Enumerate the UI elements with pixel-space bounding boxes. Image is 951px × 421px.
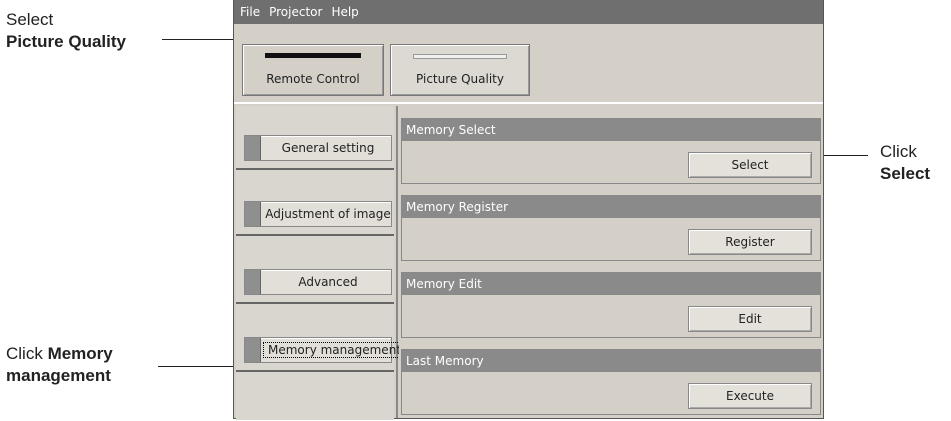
memory-management-button[interactable]: Memory management (244, 337, 403, 363)
nav-cell-memory-management: Memory management (236, 304, 403, 372)
edit-button[interactable]: Edit (688, 306, 812, 332)
callout-text-bold: management (6, 366, 111, 385)
select-button[interactable]: Select (688, 152, 812, 178)
section-memory-select: Memory Select Select (401, 118, 821, 184)
main-area: General setting Adjustment of image Adva… (234, 106, 823, 420)
section-last-memory: Last Memory Execute (401, 349, 821, 415)
status-led-icon (245, 270, 261, 294)
nav-cell-advanced: Advanced (236, 236, 394, 304)
left-nav: General setting Adjustment of image Adva… (234, 106, 403, 420)
nav-cell-empty (236, 372, 394, 420)
menu-file[interactable]: File (240, 5, 260, 19)
picture-quality-button[interactable]: Picture Quality (390, 44, 530, 96)
adjustment-of-image-button[interactable]: Adjustment of image (244, 201, 392, 227)
nav-cell-adjustment-of-image: Adjustment of image (236, 170, 394, 236)
callout-text-bold: Memory (47, 344, 113, 363)
section-memory-edit: Memory Edit Edit (401, 272, 821, 338)
remote-control-button[interactable]: Remote Control (242, 44, 384, 96)
picture-quality-indicator (413, 54, 507, 59)
section-title: Memory Edit (402, 273, 820, 295)
callout-text: Select (6, 10, 54, 29)
projector-app-window: File Projector Help Remote Control Pictu… (233, 0, 824, 420)
callout-select-picture-quality: Select Picture Quality (6, 9, 126, 53)
nav-label: Memory management (263, 342, 403, 358)
callout-click-memory-management: Click Memory management (6, 343, 113, 387)
menu-bar: File Projector Help (234, 0, 823, 24)
general-setting-button[interactable]: General setting (244, 135, 392, 161)
section-title: Memory Select (402, 119, 820, 141)
execute-button[interactable]: Execute (688, 383, 812, 409)
nav-label: Adjustment of image (265, 207, 391, 221)
toolbar: Remote Control Picture Quality (234, 24, 823, 104)
callout-text-bold: Select (880, 164, 931, 183)
advanced-button[interactable]: Advanced (244, 269, 392, 295)
menu-projector[interactable]: Projector (269, 5, 322, 19)
status-led-icon (245, 136, 261, 160)
callout-text: Click (880, 142, 917, 161)
section-title: Memory Register (402, 196, 820, 218)
remote-control-label: Remote Control (266, 72, 360, 86)
nav-label: Advanced (298, 275, 358, 289)
section-memory-register: Memory Register Register (401, 195, 821, 261)
menu-help[interactable]: Help (331, 5, 358, 19)
remote-control-indicator (265, 53, 361, 58)
picture-quality-label: Picture Quality (416, 72, 504, 86)
status-led-icon (245, 338, 261, 362)
callout-click-select: Click Select (880, 141, 930, 185)
register-button[interactable]: Register (688, 229, 812, 255)
status-led-icon (245, 202, 261, 226)
callout-text: Click (6, 344, 48, 363)
memory-panel: Memory Select Select Memory Register Reg… (399, 106, 823, 418)
nav-label: General setting (281, 141, 375, 155)
callout-text-bold: Picture Quality (6, 32, 126, 51)
section-title: Last Memory (402, 350, 820, 372)
nav-cell-general-setting: General setting (236, 106, 394, 170)
